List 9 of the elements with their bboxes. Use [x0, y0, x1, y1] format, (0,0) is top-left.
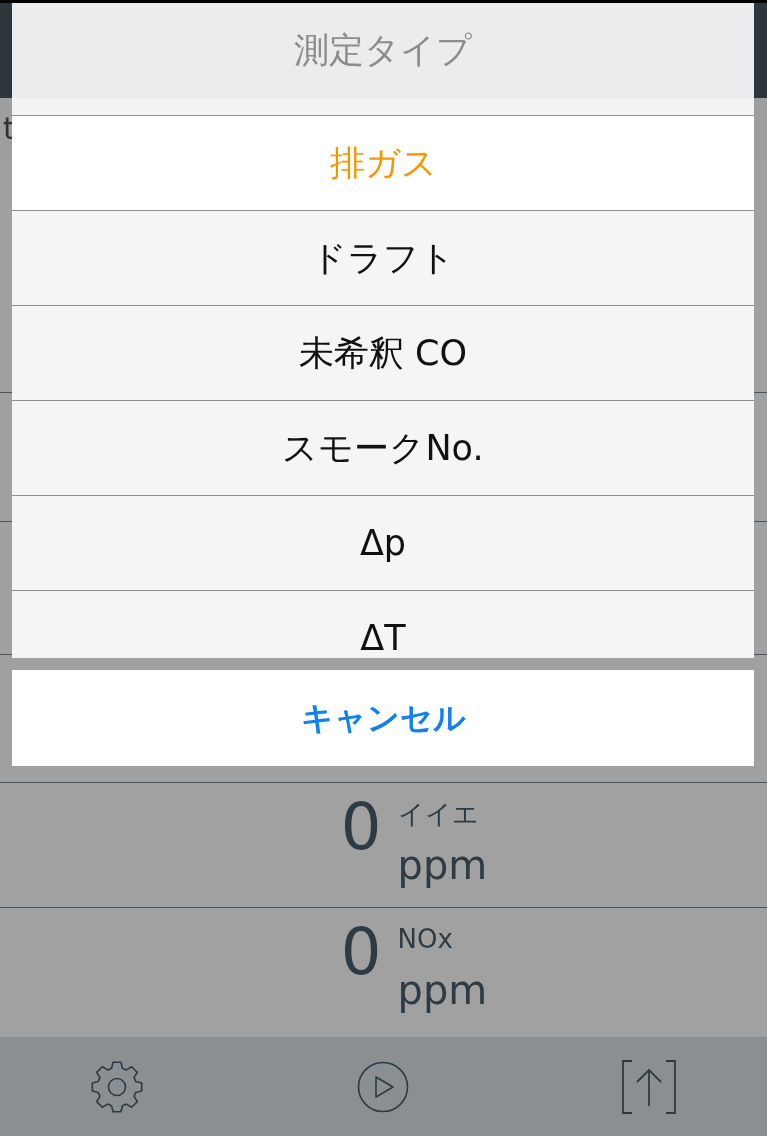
reading-label: NOx	[397, 926, 453, 952]
play-icon[interactable]	[356, 1060, 409, 1113]
reading-value: 0	[340, 795, 382, 859]
settings-icon[interactable]	[91, 1060, 143, 1113]
reading-value: 0	[340, 920, 382, 984]
sheet-title: 測定タイプ	[294, 33, 472, 68]
reading-label: イイエ	[397, 801, 479, 827]
cancel-button[interactable]: キャンセル	[12, 670, 754, 766]
export-icon[interactable]	[622, 1059, 676, 1114]
